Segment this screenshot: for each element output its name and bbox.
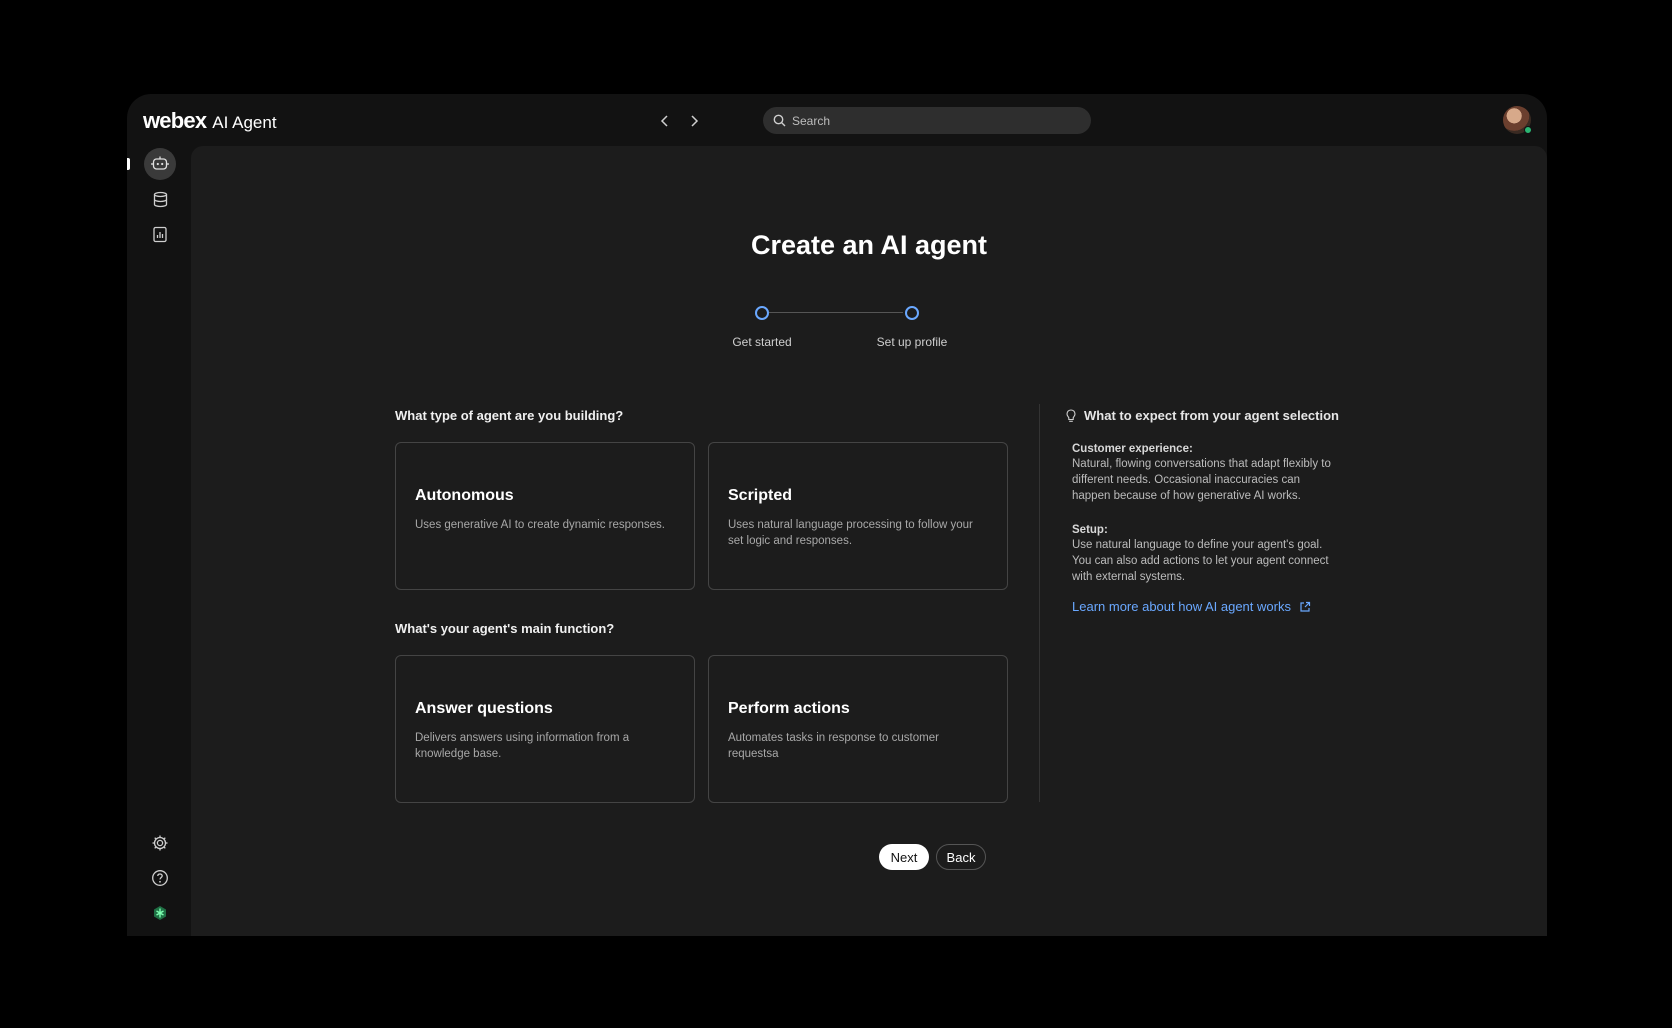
card-title: Autonomous	[415, 487, 514, 504]
card-title: Scripted	[728, 487, 793, 504]
top-bar: webex AI Agent	[127, 94, 1547, 146]
customer-experience-text: Natural, flowing conversations that adap…	[1072, 458, 1331, 502]
step-2-label: Set up profile	[876, 335, 948, 349]
card-description: Uses natural language processing to foll…	[728, 519, 973, 547]
back-button[interactable]: Back	[936, 844, 986, 870]
sidebar-item-analytics[interactable]	[144, 218, 176, 250]
card-description: Uses generative AI to create dynamic res…	[415, 519, 665, 531]
search-icon	[773, 114, 786, 127]
sidebar-item-help[interactable]	[144, 862, 176, 894]
webex-logo: webex	[143, 108, 207, 133]
app-window: webex AI Agent Search Create an AI agent…	[127, 94, 1547, 936]
card-title: Perform actions	[728, 700, 850, 717]
card-title: Answer questions	[415, 700, 553, 717]
forward-nav-button[interactable]	[683, 110, 705, 132]
sidebar	[127, 146, 191, 936]
brand: webex AI Agent	[143, 108, 277, 134]
page-title: Create an AI agent	[750, 230, 988, 260]
back-nav-button[interactable]	[654, 110, 676, 132]
presence-status-dot	[1524, 126, 1532, 134]
lightbulb-icon	[1066, 408, 1076, 422]
sidebar-item-status[interactable]	[144, 897, 176, 929]
step-connector	[769, 312, 903, 313]
chevron-left-icon	[660, 115, 668, 127]
info-panel: What to expect from your agent selection…	[1066, 408, 1366, 616]
setup-title: Setup:	[1072, 524, 1108, 536]
sidebar-item-settings[interactable]	[144, 827, 176, 859]
sidebar-item-ai-agents[interactable]	[144, 148, 176, 180]
main-content: Create an AI agent Get started Set up pr…	[191, 146, 1547, 936]
knowledge-database-icon	[153, 191, 167, 207]
learn-more-link-label: Learn more about how AI agent works	[1072, 599, 1291, 614]
agent-type-question: What type of agent are you building?	[395, 408, 624, 423]
external-link-icon	[1300, 601, 1311, 612]
info-panel-header: What to expect from your agent selection	[1066, 408, 1366, 423]
card-description: Automates tasks in response to customer …	[728, 732, 939, 760]
customer-experience-title: Customer experience:	[1072, 443, 1193, 455]
function-card-perform-actions[interactable]: Perform actions Automates tasks in respo…	[708, 655, 1008, 803]
info-panel-heading: What to expect from your agent selection	[1084, 408, 1339, 423]
setup-text: Use natural language to define your agen…	[1072, 539, 1329, 583]
next-button[interactable]: Next	[879, 844, 929, 870]
function-card-answer-questions[interactable]: Answer questions Delivers answers using …	[395, 655, 695, 803]
sidebar-item-knowledge[interactable]	[144, 183, 176, 215]
search-input[interactable]	[792, 113, 1072, 128]
help-icon	[152, 870, 168, 886]
agent-type-card-autonomous[interactable]: Autonomous Uses generative AI to create …	[395, 442, 695, 590]
learn-more-link[interactable]: Learn more about how AI agent works	[1072, 599, 1311, 614]
vertical-divider	[1039, 404, 1040, 802]
step-1-label: Get started	[732, 335, 792, 349]
settings-gear-icon	[152, 835, 168, 851]
chevron-right-icon	[691, 115, 699, 127]
active-nav-indicator	[127, 158, 130, 170]
ai-agent-icon	[151, 156, 169, 170]
status-icon	[154, 906, 166, 920]
agent-type-card-scripted[interactable]: Scripted Uses natural language processin…	[708, 442, 1008, 590]
search-bar[interactable]	[763, 107, 1091, 134]
function-question: What's your agent's main function?	[395, 621, 615, 636]
card-description: Delivers answers using information from …	[415, 732, 630, 760]
step-2-indicator	[905, 306, 919, 320]
step-1-indicator	[755, 306, 769, 320]
analytics-report-icon	[153, 226, 167, 242]
product-name: AI Agent	[212, 113, 277, 132]
